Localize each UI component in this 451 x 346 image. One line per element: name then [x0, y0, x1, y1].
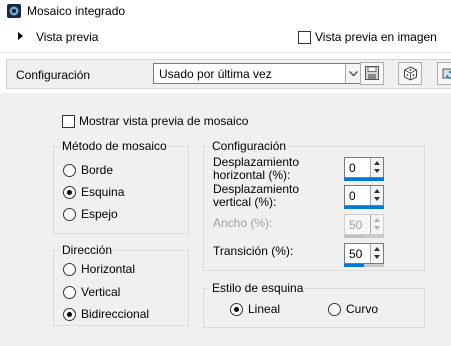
expand-arrow-icon[interactable] — [18, 32, 23, 40]
direction-title: Dirección — [60, 243, 115, 257]
horizontal-offset-spinner[interactable]: 0 — [344, 157, 384, 178]
vertical-offset-label-line2: vertical (%): — [213, 195, 277, 209]
vertical-offset-slider-fill — [344, 206, 384, 209]
tiling-method-group: Método de mosaico Borde Esquina Espejo — [53, 139, 189, 234]
method-corner-label[interactable]: Esquina — [81, 185, 124, 199]
save-icon — [365, 66, 379, 80]
spinner-arrows-icon[interactable] — [370, 244, 383, 263]
reset-button[interactable] — [437, 62, 451, 85]
title-bar: Mosaico integrado — [0, 0, 451, 22]
method-edge-radio[interactable] — [63, 164, 76, 177]
randomize-button[interactable] — [398, 62, 422, 85]
corner-linear-radio[interactable] — [230, 303, 243, 316]
method-edge-label[interactable]: Borde — [81, 163, 113, 177]
corner-style-title: Estilo de esquina — [210, 281, 306, 295]
width-slider — [344, 235, 384, 238]
spinner-arrows-icon — [370, 215, 383, 234]
width-spinner: 50 — [344, 214, 384, 235]
vertical-offset-slider[interactable] — [344, 206, 384, 209]
horizontal-offset-value: 0 — [349, 161, 356, 175]
preview-toggle-label[interactable]: Vista previa — [36, 30, 98, 44]
horizontal-offset-label-line2: horizontal (%): — [213, 168, 291, 182]
preset-value: Usado por última vez — [159, 67, 272, 81]
horizontal-offset-slider[interactable] — [344, 178, 384, 181]
horizontal-offset-slider-fill — [344, 178, 384, 181]
settings-group: Configuración Desplazamiento horizontal … — [203, 139, 425, 271]
spinner-arrows-icon[interactable] — [370, 158, 383, 177]
settings-title: Configuración — [210, 139, 289, 153]
corner-style-group: Estilo de esquina Lineal Curvo — [203, 281, 425, 328]
mosaic-preview-checkbox[interactable] — [62, 115, 75, 128]
direction-vertical-radio[interactable] — [63, 286, 76, 299]
width-slider-fill — [344, 235, 364, 238]
window-title: Mosaico integrado — [27, 4, 126, 18]
preset-select[interactable]: Usado por última vez — [153, 63, 361, 84]
direction-group: Dirección Horizontal Vertical Bidireccio… — [53, 243, 189, 326]
direction-horizontal-radio[interactable] — [63, 263, 76, 276]
chevron-down-icon[interactable] — [345, 64, 360, 83]
corner-curved-radio[interactable] — [328, 303, 341, 316]
vertical-offset-value: 0 — [349, 189, 356, 203]
width-label: Ancho (%): — [213, 216, 273, 230]
direction-bidirectional-label[interactable]: Bidireccional — [81, 307, 149, 321]
vertical-offset-spinner[interactable]: 0 — [344, 185, 384, 206]
direction-horizontal-label[interactable]: Horizontal — [81, 262, 135, 276]
save-preset-button[interactable] — [360, 62, 384, 85]
transition-slider[interactable] — [344, 264, 384, 267]
direction-bidirectional-radio[interactable] — [63, 308, 76, 321]
method-mirror-radio[interactable] — [63, 208, 76, 221]
image-preview-checkbox[interactable] — [298, 31, 311, 44]
mosaic-preview-label[interactable]: Mostrar vista previa de mosaico — [79, 114, 248, 128]
width-value: 50 — [349, 218, 363, 232]
settings-panel: Mostrar vista previa de mosaico Método d… — [0, 93, 451, 346]
spinner-arrows-icon[interactable] — [370, 186, 383, 205]
corner-curved-label[interactable]: Curvo — [346, 302, 378, 316]
direction-vertical-label[interactable]: Vertical — [81, 285, 120, 299]
tiling-method-title: Método de mosaico — [60, 139, 169, 153]
preview-bar: Vista previa Vista previa en imagen — [0, 22, 451, 52]
corner-linear-label[interactable]: Lineal — [248, 302, 280, 316]
method-corner-radio[interactable] — [63, 186, 76, 199]
method-mirror-label[interactable]: Espejo — [81, 207, 118, 221]
config-panel: Configuración Usado por última vez — [6, 59, 451, 89]
transition-spinner[interactable]: 50 — [344, 243, 384, 264]
transition-value: 50 — [349, 247, 363, 261]
config-label: Configuración — [16, 68, 91, 82]
transition-label: Transición (%): — [213, 244, 294, 258]
dice-icon — [404, 66, 417, 81]
app-icon — [6, 3, 22, 19]
reset-icon — [442, 68, 451, 79]
config-bar: Configuración Usado por última vez — [0, 53, 451, 93]
image-preview-label[interactable]: Vista previa en imagen — [315, 30, 437, 44]
transition-slider-fill — [344, 264, 364, 267]
